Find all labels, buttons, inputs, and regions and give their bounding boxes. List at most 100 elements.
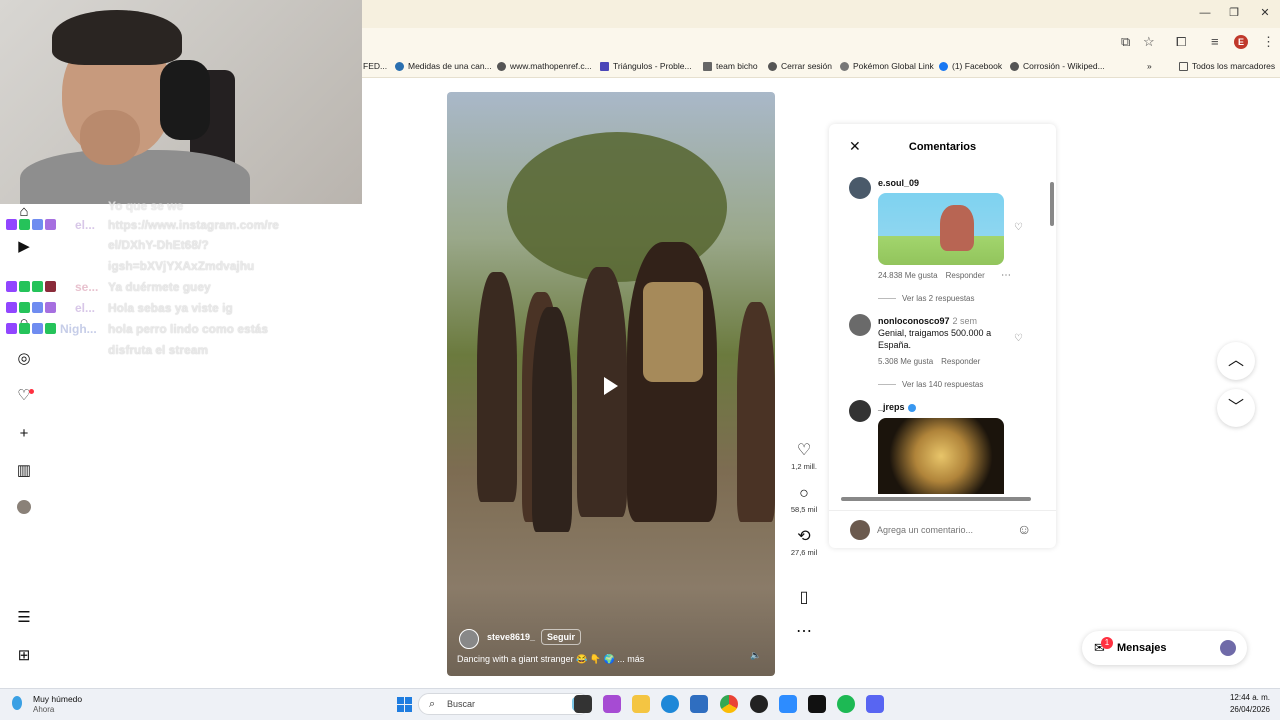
spotify-icon[interactable] [837,695,855,713]
video-person [532,307,572,532]
repost-count: 27,6 mil [790,548,818,557]
comment-action[interactable]: ○ 58,5 mil [785,485,823,514]
reply-link[interactable]: Responder [946,271,985,280]
create-icon[interactable]: + [16,426,32,442]
more-dots-icon[interactable]: ⋯ [785,623,823,641]
chevron-up-icon: ︿ [1227,352,1244,369]
bookmark-icon[interactable]: ▯ [785,589,823,607]
repost-icon[interactable]: ⟲ [785,528,823,546]
comment-username[interactable]: e.soul_09 [878,178,919,188]
obs-icon[interactable] [750,695,768,713]
bookmark-item[interactable]: www.mathopenref.c... [497,61,592,71]
comment-input[interactable] [877,522,1007,538]
bookmark-favicon-icon [703,61,712,71]
chat-badges [6,302,56,314]
bookmark-item[interactable]: Corrosión - Wikiped... [1010,61,1105,71]
chat-message: disfruta el stream [108,343,209,357]
notification-dot [29,389,34,394]
comment-composer: ☺ [829,510,1056,548]
reel-video[interactable]: steve8619_ Seguir Dancing with a giant s… [447,92,775,676]
chat-badges [6,281,56,293]
bookmark-item[interactable]: Pokémon Global Link [840,61,934,71]
bookmarks-overflow-icon[interactable]: » [1147,61,1152,71]
comment-like-icon[interactable]: ♡ [1014,222,1023,233]
profile-avatar[interactable]: E [1234,35,1248,49]
bookmark-favicon-icon [395,61,404,71]
restore-icon[interactable]: ❐ [1219,4,1249,22]
messages-button[interactable]: ✉ 1 Mensajes [1082,631,1247,665]
media-control-icon[interactable]: ≡ [1211,34,1219,49]
bookmark-item[interactable]: Medidas de una can... [395,61,492,71]
follow-button[interactable]: Seguir [541,629,582,645]
view-replies[interactable]: Ver las 140 respuestas [878,380,983,389]
close-window-icon[interactable]: ✕ [1250,4,1280,22]
bookmark-item[interactable]: Triángulos - Proble... [600,61,692,71]
comment-icon[interactable]: ○ [785,485,823,503]
extensions-icon[interactable]: ⧠ [1176,34,1186,50]
vertical-scrollbar[interactable] [1050,182,1054,226]
like-action[interactable]: ♡ 1,2 mill. [785,442,823,471]
app-icon[interactable] [779,695,797,713]
poster-avatar[interactable] [459,629,479,649]
browser-menu-icon[interactable]: ⋮ [1262,34,1275,50]
more-options-action[interactable]: ⋯ [785,623,823,641]
system-clock[interactable]: 12:44 a. m. 26/04/2026 [1210,692,1270,716]
also-from-meta-icon[interactable]: ⊞ [16,648,32,664]
next-reel-button[interactable]: ﹀ [1217,389,1255,427]
task-view-icon[interactable] [574,695,592,713]
minimize-icon[interactable]: — [1190,4,1220,22]
horizontal-scrollbar[interactable] [841,497,1031,501]
save-action[interactable]: ▯ [785,589,823,607]
weather-icon[interactable] [12,696,22,710]
commenter-avatar[interactable] [849,177,871,199]
home-icon[interactable]: ⌂ [16,204,32,220]
chrome-icon[interactable] [720,695,738,713]
video-vest [643,282,703,382]
commenter-avatar[interactable] [849,314,871,336]
comments-panel: ✕ Comentarios e.soul_09 ♡ 24.838 Me gust… [829,124,1056,548]
edge-icon[interactable] [661,695,679,713]
bookmark-favicon-icon [600,61,609,71]
poster-username[interactable]: steve8619_ [487,632,535,642]
taskbar-search[interactable]: ⌕ Buscar [418,693,590,715]
comment-username[interactable]: _jreps [878,402,916,412]
video-caption: Dancing with a giant stranger 😂 👇 🌍 ... … [457,654,645,664]
discord-icon[interactable] [866,695,884,713]
video-person [577,267,627,517]
install-app-icon[interactable]: ⧉ [1121,34,1130,50]
capcut-icon[interactable] [808,695,826,713]
repost-action[interactable]: ⟲ 27,6 mil [785,528,823,557]
comments-title: Comentarios [908,141,977,153]
profile-avatar-icon[interactable] [17,500,31,514]
file-explorer-icon[interactable] [632,695,650,713]
weather-title[interactable]: Muy húmedo [33,694,82,704]
mute-icon[interactable]: 🔈 [750,650,761,661]
bookmark-item[interactable]: FED... [363,61,387,71]
all-bookmarks[interactable]: Todos los marcadores [1179,61,1275,71]
heart-icon[interactable]: ♡ [785,442,823,460]
gif-character [940,205,974,251]
bookmark-item[interactable]: (1) Facebook [939,61,1002,71]
app-icon[interactable] [603,695,621,713]
explore-icon[interactable]: ◎ [16,351,32,367]
view-replies[interactable]: Ver las 2 respuestas [878,294,974,303]
windows-start-icon[interactable] [397,697,412,712]
comment-more-icon[interactable]: ⋯ [1001,270,1011,281]
comment-username[interactable]: nonloconosco97 2 sem [878,316,977,326]
dashboard-icon[interactable]: ▥ [16,463,32,479]
previous-reel-button[interactable]: ︿ [1217,342,1255,380]
bookmark-item[interactable]: team bicho [703,61,758,71]
bookmark-star-icon[interactable]: ☆ [1143,34,1155,50]
reels-icon[interactable]: ▶ [16,239,32,255]
reply-link[interactable]: Responder [941,357,980,366]
play-icon[interactable] [604,377,618,395]
more-link[interactable]: ... más [617,654,644,664]
comment-meta: 24.838 Me gusta Responder [878,271,993,280]
emoji-icon[interactable]: ☺ [1017,521,1031,537]
bookmark-item[interactable]: Cerrar sesión [768,61,832,71]
comment-like-icon[interactable]: ♡ [1014,333,1023,344]
store-icon[interactable] [690,695,708,713]
user-avatar [850,520,870,540]
more-menu-icon[interactable]: ☰ [16,610,32,626]
commenter-avatar[interactable] [849,400,871,422]
